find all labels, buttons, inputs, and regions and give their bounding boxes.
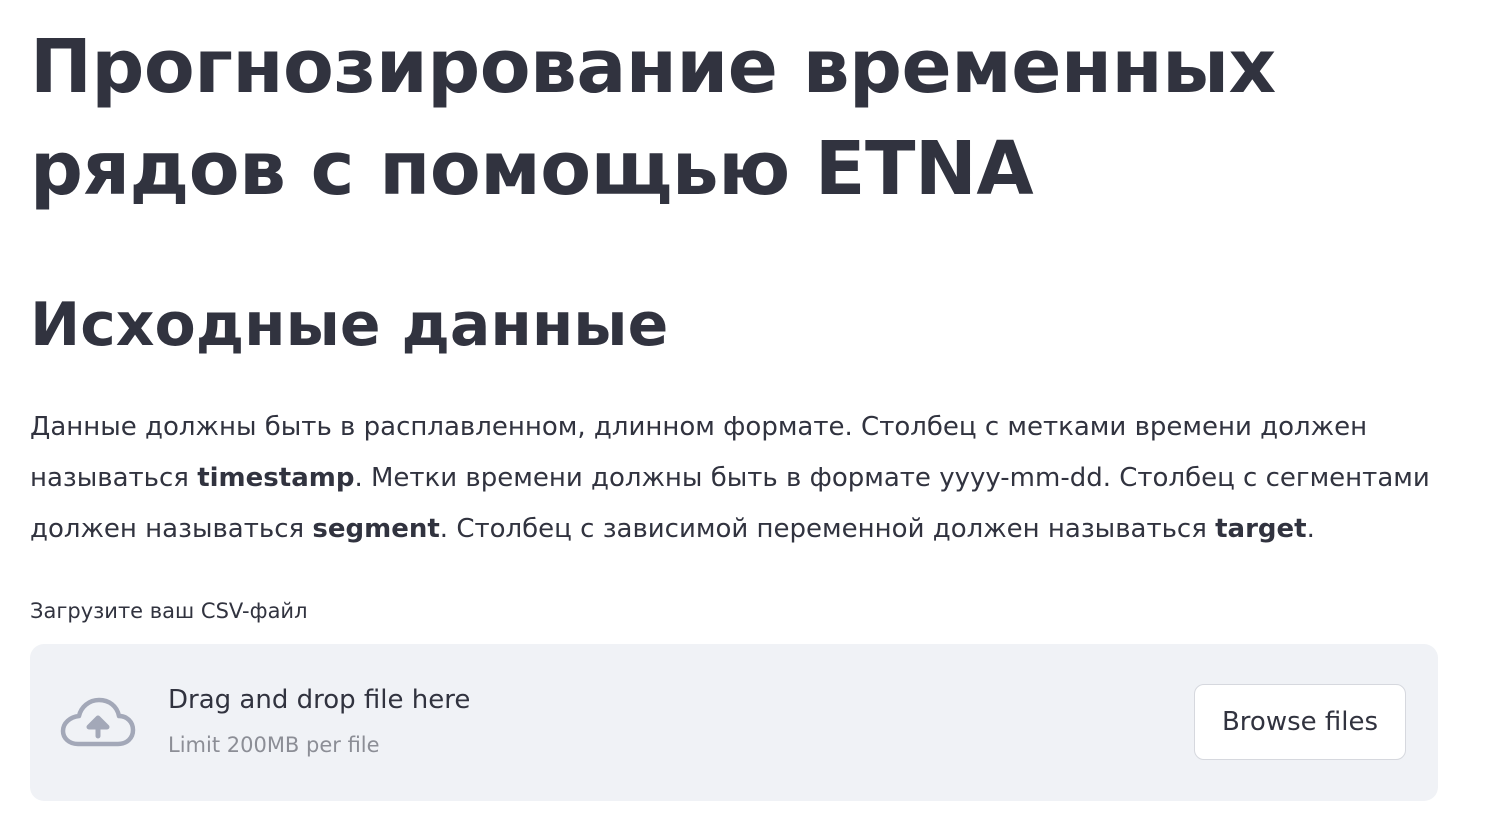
segment-column-name: segment	[312, 514, 440, 544]
dropzone-instructions: Drag and drop file here Limit 200MB per …	[168, 680, 470, 760]
browse-files-button[interactable]: Browse files	[1194, 684, 1406, 760]
description-text-3: . Столбец с зависимой переменной должен …	[439, 514, 1216, 544]
data-format-description: Данные должны быть в расплавленном, длин…	[30, 402, 1450, 555]
cloud-upload-icon	[60, 697, 136, 747]
file-size-limit: Limit 200MB per file	[168, 733, 380, 757]
file-uploader-label: Загрузите ваш CSV-файл	[30, 599, 308, 623]
page: Прогнозирование временных рядов с помощь…	[0, 0, 1490, 830]
drag-drop-text: Drag and drop file here	[168, 685, 471, 715]
file-dropzone[interactable]: Drag and drop file here Limit 200MB per …	[30, 644, 1438, 801]
timestamp-column-name: timestamp	[197, 463, 355, 493]
page-title: Прогнозирование временных рядов с помощь…	[30, 24, 1276, 212]
section-heading: Исходные данные	[30, 290, 669, 360]
description-text-4: .	[1306, 514, 1315, 544]
target-column-name: target	[1215, 514, 1307, 544]
